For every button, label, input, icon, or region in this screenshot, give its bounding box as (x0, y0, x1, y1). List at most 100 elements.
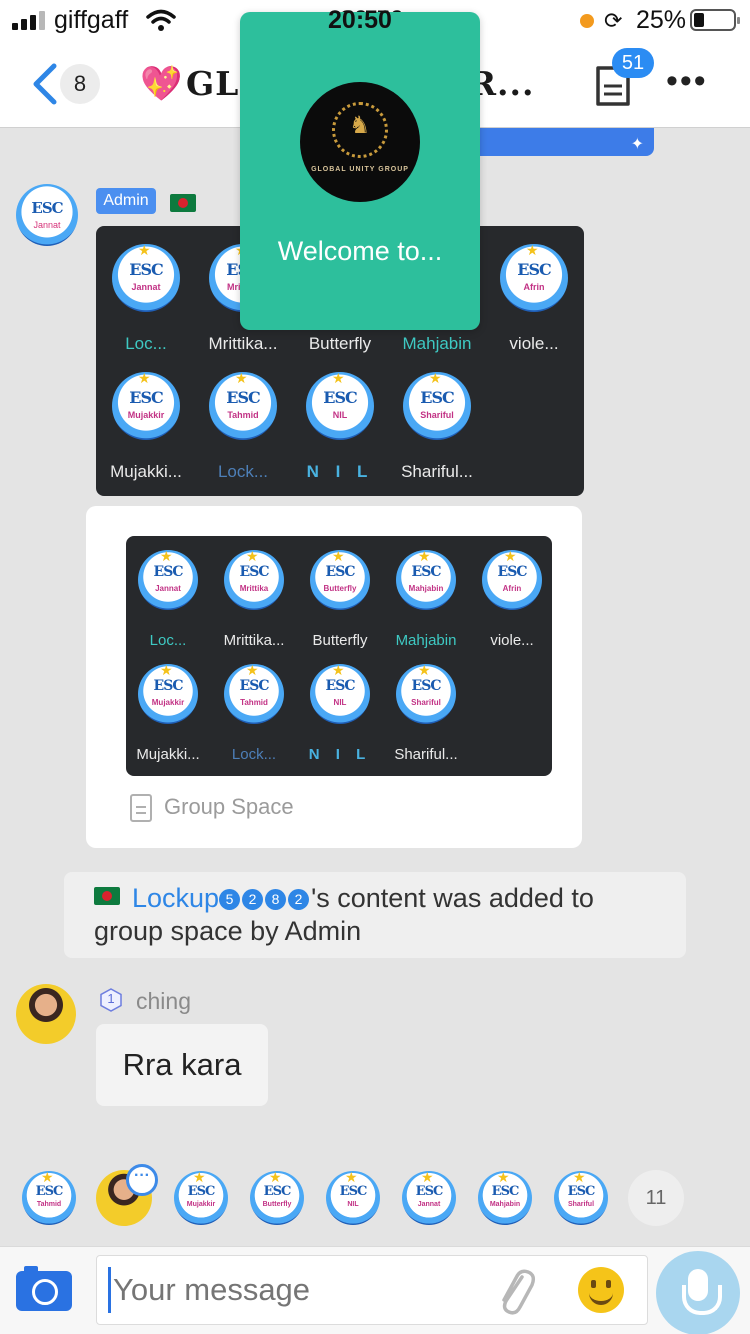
member-avatar[interactable]: ★ESC Mrittika (224, 550, 284, 610)
avatar-sub-label: NIL (332, 410, 348, 421)
member-avatar[interactable]: ★ ESC Afrin (482, 550, 542, 610)
star-icon: ★ (418, 664, 431, 678)
viewer-avatar[interactable]: ★ ESC Butterfly (250, 1171, 304, 1225)
avatar-esc-text: ESC (263, 1183, 292, 1199)
heart-icon: 💖 (140, 65, 183, 103)
avatar-esc-text: ESC (153, 564, 184, 581)
member-name: Mujakki... (110, 462, 182, 481)
viewer-avatar[interactable]: ★ ESC Jannat (402, 1171, 456, 1225)
avatar-esc-text: ESC (129, 388, 163, 408)
logo-text: GLOBAL UNITY GROUP (311, 166, 409, 173)
member-avatar[interactable]: ★ ESC Shariful (396, 664, 456, 724)
star-icon: ★ (138, 372, 151, 386)
avatar-esc-text: ESC (153, 678, 184, 695)
viewer-avatar[interactable]: ★ ESC Tahmid (22, 1171, 76, 1225)
attachment-icon[interactable] (492, 1267, 538, 1319)
welcome-text: Welcome to... (277, 236, 443, 266)
member-name: Mrittika... (223, 632, 285, 649)
message-bubble[interactable]: Rra kara (96, 1024, 268, 1106)
avatar-esc-text: ESC (325, 564, 356, 581)
member-name: viole... (509, 334, 559, 353)
avatar-sub-label: Shariful (420, 410, 454, 421)
member-name: Loc... (125, 334, 167, 353)
sender-name[interactable]: ching (136, 988, 191, 1015)
level-number: 1 (107, 991, 115, 1006)
avatar-esc-text: ESC (187, 1183, 216, 1199)
member-avatar[interactable]: ★ ESC Afrin (500, 244, 568, 312)
star-icon: ★ (332, 550, 345, 564)
avatar-sub-label: Butterfly (323, 583, 357, 593)
group-space-link[interactable]: Group Space (130, 794, 294, 823)
member-name: Shariful... (394, 746, 458, 763)
avatar-sub-label: Mahjabin (408, 583, 444, 593)
title-start: GL (186, 64, 240, 103)
bangladesh-flag-icon (170, 194, 196, 212)
member-avatar[interactable]: ★ ESC Tahmid (224, 664, 284, 724)
more-options-icon[interactable]: ••• (666, 62, 708, 101)
document-count-badge: 51 (612, 48, 654, 78)
message-input[interactable] (96, 1255, 648, 1325)
avatar-esc-text: ESC (339, 1183, 368, 1199)
viewer-avatar[interactable]: ★ ESC Mahjabin (478, 1171, 532, 1225)
avatar-esc-text: ESC (323, 388, 357, 408)
avatar-sub-label: Mujakkir (186, 1201, 216, 1209)
avatar-sub-label: Shariful (567, 1201, 595, 1209)
avatar-esc-text: ESC (517, 260, 551, 280)
member-name: Loc... (149, 632, 187, 649)
camera-icon[interactable] (16, 1266, 72, 1311)
star-icon: ★ (418, 550, 431, 564)
ching-avatar[interactable] (16, 984, 76, 1044)
member-name: Shariful... (401, 462, 473, 481)
member-avatar[interactable]: ★ ESC Shariful (403, 372, 471, 440)
number-badge: 8 (265, 889, 287, 910)
avatar-sub-label: Mujakkir (127, 410, 165, 421)
avatar-esc-text: ESC (239, 564, 270, 581)
avatar-sub-label: Jannat (417, 1201, 441, 1209)
more-viewers-count[interactable]: 11 (628, 1170, 684, 1226)
member-avatar[interactable]: ★ ESC Mujakkir (138, 664, 198, 724)
level-badge-icon: 1 (100, 988, 122, 1012)
number-badge: 5 (219, 889, 241, 910)
avatar-esc-text: ESC (411, 564, 442, 581)
avatar-esc-text: ESC (411, 678, 442, 695)
avatar-sub-label: Shariful (411, 697, 441, 707)
emoji-icon[interactable] (578, 1267, 624, 1313)
avatar-esc-text: ESC (239, 678, 270, 695)
member-name: N I L (308, 746, 372, 763)
unread-count-badge[interactable]: 8 (60, 64, 100, 104)
group-space-member-grid[interactable]: ★ ESC Jannat Loc... ★ ESC Mrittika Mrittika... ★… (126, 536, 552, 776)
member-avatar[interactable]: ★ESC Butterfly (310, 550, 370, 610)
member-avatar[interactable]: ★ ESC Jannat (112, 244, 180, 312)
welcome-popup[interactable]: 20:50 GLOBAL UNITY GROUP Welcome to... (240, 6, 480, 330)
avatar-sub-label: Butterfly (262, 1201, 292, 1209)
member-avatar[interactable]: ★ ESC Jannat (138, 550, 198, 610)
avatar-sub-label: Tahmid (227, 410, 259, 421)
avatar-sub-label: Jannat (33, 219, 61, 230)
member-avatar[interactable]: ★ ESC NIL (306, 372, 374, 440)
logo-emblem-icon (332, 102, 388, 158)
star-icon: ★ (160, 550, 173, 564)
admin-avatar[interactable]: ESC Jannat (16, 184, 78, 246)
back-chevron-icon[interactable] (28, 62, 62, 106)
group-space-label: Group Space (164, 794, 294, 819)
viewer-avatar[interactable]: ★ ESC Mujakkir (174, 1171, 228, 1225)
member-name: Butterfly (312, 632, 368, 649)
text-caret (108, 1267, 111, 1313)
member-avatar[interactable]: ★ ESC Tahmid (209, 372, 277, 440)
star-icon: ★ (504, 550, 517, 564)
notice-user[interactable]: Lockup (132, 883, 219, 913)
star-icon: ★ (138, 244, 151, 258)
member-avatar[interactable]: ★ESC Mahjabin (396, 550, 456, 610)
member-name: Mujakki... (136, 746, 200, 763)
sparkle-icon: ✦ (630, 136, 644, 153)
avatar-esc-text: ESC (415, 1183, 444, 1199)
member-avatar[interactable]: ★ ESC Mujakkir (112, 372, 180, 440)
battery-fill (694, 13, 704, 27)
avatar-sub-label: Jannat (131, 282, 161, 293)
microphone-icon[interactable] (656, 1251, 740, 1334)
admin-role-tag: Admin (96, 188, 156, 214)
viewer-avatar[interactable]: ★ ESC Shariful (554, 1171, 608, 1225)
announcement-banner[interactable]: ✦ (470, 128, 654, 156)
viewer-avatar[interactable]: ★ ESC NIL (326, 1171, 380, 1225)
member-avatar[interactable]: ★ ESC NIL (310, 664, 370, 724)
